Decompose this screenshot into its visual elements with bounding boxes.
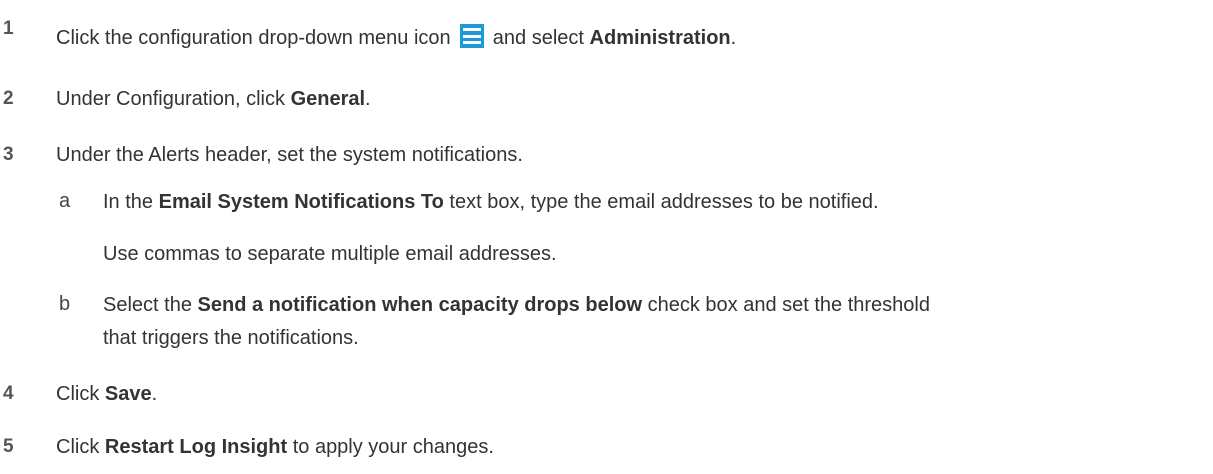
ui-term: Save <box>104 383 152 405</box>
step-text: Under Configuration, click General. <box>56 88 371 110</box>
step-number: 1 <box>3 18 14 39</box>
ui-term: Email System Notifications To <box>158 191 444 213</box>
step-text: Click Save. <box>56 383 158 405</box>
step-text: Under the Alerts header, set the system … <box>56 144 523 166</box>
step-text: Click the configuration drop-down menu i… <box>56 24 736 50</box>
substep-letter: a <box>59 190 71 212</box>
hamburger-menu-icon <box>460 24 485 48</box>
substep-text: Select the Send a notification when capa… <box>103 294 930 316</box>
ui-term: Restart Log Insight <box>104 436 288 458</box>
step-number: 2 <box>3 88 14 109</box>
ui-term: General <box>290 88 366 110</box>
substep-note: Use commas to separate multiple email ad… <box>103 243 557 265</box>
substep-text: In the Email System Notifications To tex… <box>103 191 879 213</box>
substep-text-continued: that triggers the notifications. <box>103 327 359 349</box>
step-text: Click Restart Log Insight to apply your … <box>56 436 494 458</box>
ui-term: Administration <box>589 27 731 49</box>
step-number: 3 <box>3 144 14 165</box>
step-number: 5 <box>3 436 14 457</box>
substep-letter: b <box>59 293 71 315</box>
ui-term: Send a notification when capacity drops … <box>197 294 643 316</box>
step-number: 4 <box>3 383 14 404</box>
